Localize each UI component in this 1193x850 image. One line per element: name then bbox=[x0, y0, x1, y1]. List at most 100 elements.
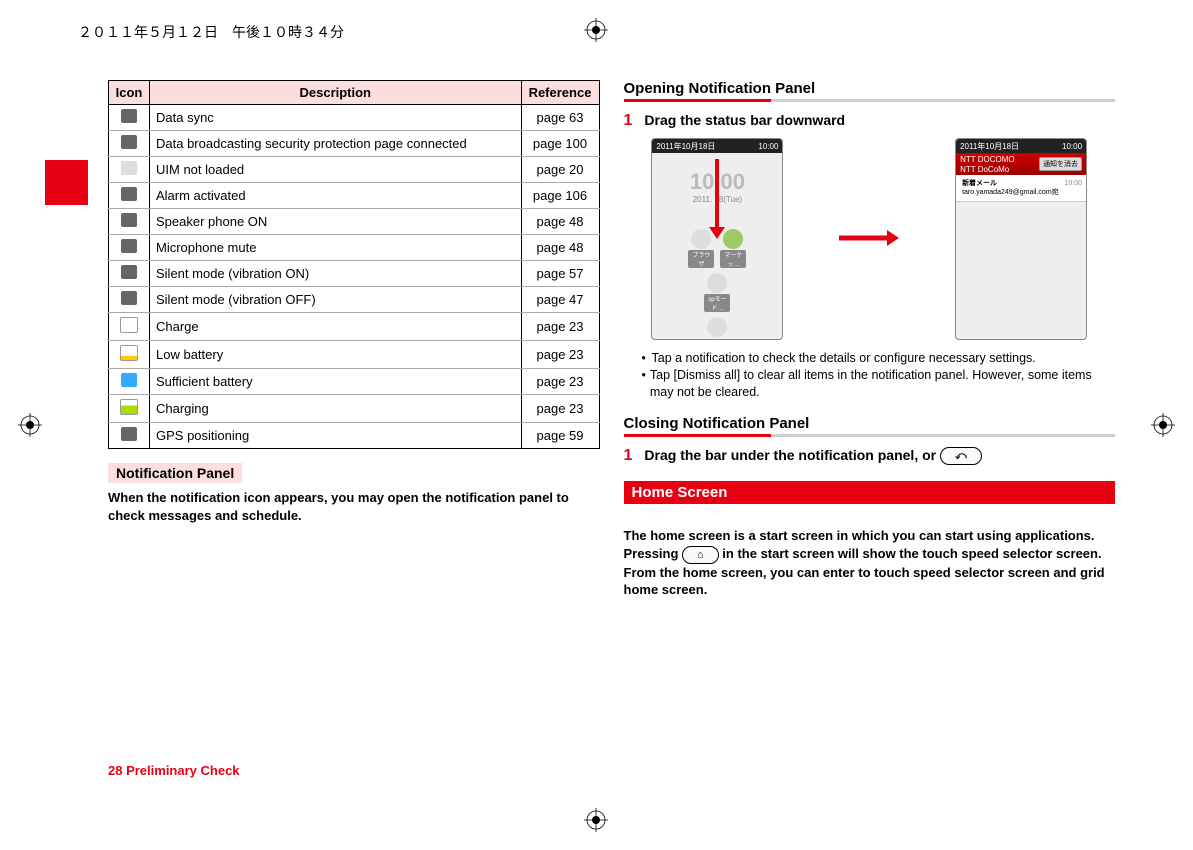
phone-mock-home: 2011年10月18日10:00 10 00 2011. 18(Tue) ブラウ… bbox=[651, 138, 783, 340]
closing-heading: Closing Notification Panel bbox=[624, 415, 1116, 437]
table-row: GPS positioningpage 59 bbox=[109, 423, 600, 449]
right-column: Opening Notification Panel 1 Drag the st… bbox=[624, 80, 1116, 790]
row-desc: Low battery bbox=[150, 341, 522, 369]
page-footer: 28 Preliminary Check bbox=[108, 763, 240, 778]
notif-item-time: 10:00 bbox=[1065, 179, 1083, 188]
bullet-dot-icon: • bbox=[642, 367, 650, 401]
row-ref: page 48 bbox=[521, 209, 599, 235]
row-desc: Speaker phone ON bbox=[150, 209, 522, 235]
app-spmode-label: spモード… bbox=[704, 294, 730, 312]
step-text-drag-up: Drag the bar under the notification pane… bbox=[644, 447, 1115, 465]
row-desc: Data broadcasting security protection pa… bbox=[150, 131, 522, 157]
crop-mark-top bbox=[584, 18, 608, 42]
charge-icon bbox=[120, 317, 138, 333]
row-desc: Charging bbox=[150, 395, 522, 423]
th-icon: Icon bbox=[109, 81, 150, 105]
crop-mark-bottom bbox=[584, 808, 608, 832]
row-ref: page 23 bbox=[521, 341, 599, 369]
dismiss-all-button[interactable]: 通知を消去 bbox=[1039, 157, 1082, 171]
row-ref: page 23 bbox=[521, 395, 599, 423]
table-row: Alarm activatedpage 106 bbox=[109, 183, 600, 209]
table-row: Chargingpage 23 bbox=[109, 395, 600, 423]
row-desc: Silent mode (vibration OFF) bbox=[150, 287, 522, 313]
phone-status-date: 2011年10月18日 bbox=[656, 141, 715, 152]
row-ref: page 57 bbox=[521, 261, 599, 287]
home-button-icon: ⌂ bbox=[682, 546, 719, 564]
sufficient-battery-icon bbox=[121, 373, 137, 387]
row-ref: page 47 bbox=[521, 287, 599, 313]
alarm-icon bbox=[121, 187, 137, 201]
silent-vibration-off-icon bbox=[121, 291, 137, 305]
table-row: Chargepage 23 bbox=[109, 313, 600, 341]
step-text-drag-down: Drag the status bar downward bbox=[644, 112, 1115, 128]
icon-reference-table: Icon Description Reference Data syncpage… bbox=[108, 80, 600, 449]
closing-step-text: Drag the bar under the notification pane… bbox=[644, 447, 940, 463]
phone2-status-time: 10:00 bbox=[1062, 142, 1082, 151]
low-battery-icon bbox=[120, 345, 138, 361]
table-row: Sufficient batterypage 23 bbox=[109, 369, 600, 395]
charging-icon bbox=[120, 399, 138, 415]
row-desc: Alarm activated bbox=[150, 183, 522, 209]
row-ref: page 63 bbox=[521, 105, 599, 131]
row-desc: Microphone mute bbox=[150, 235, 522, 261]
th-reference: Reference bbox=[521, 81, 599, 105]
table-row: Low batterypage 23 bbox=[109, 341, 600, 369]
gps-icon bbox=[121, 427, 137, 441]
row-ref: page 23 bbox=[521, 313, 599, 341]
opening-heading: Opening Notification Panel bbox=[624, 80, 1116, 102]
data-sync-icon bbox=[121, 109, 137, 123]
back-button-icon: ⤺ bbox=[940, 447, 982, 465]
silent-vibration-on-icon bbox=[121, 265, 137, 279]
table-row: Data syncpage 63 bbox=[109, 105, 600, 131]
row-desc: Data sync bbox=[150, 105, 522, 131]
data-broadcast-icon bbox=[121, 135, 137, 149]
phone-mock-notification: 2011年10月18日10:00 NTT DOCOMONTT DoCoMo 進行… bbox=[955, 138, 1087, 340]
th-description: Description bbox=[150, 81, 522, 105]
carrier-brand-2: NTT DoCoMo bbox=[960, 165, 1009, 174]
page-edge-tab bbox=[45, 160, 88, 205]
row-ref: page 106 bbox=[521, 183, 599, 209]
header-timestamp: ２０１１年５月１２日 午後１０時３４分 bbox=[78, 22, 344, 42]
row-desc: Silent mode (vibration ON) bbox=[150, 261, 522, 287]
phone2-status-date: 2011年10月18日 bbox=[960, 141, 1019, 152]
row-desc: Charge bbox=[150, 313, 522, 341]
page-section-name: Preliminary Check bbox=[122, 763, 239, 778]
crop-mark-left bbox=[18, 413, 42, 437]
home-screen-heading: Home Screen bbox=[624, 481, 1116, 504]
row-desc: GPS positioning bbox=[150, 423, 522, 449]
home-screen-body: The home screen is a start screen in whi… bbox=[624, 510, 1116, 599]
notification-panel-intro: When the notification icon appears, you … bbox=[108, 489, 600, 524]
crop-mark-right bbox=[1151, 413, 1175, 437]
table-row: Data broadcasting security protection pa… bbox=[109, 131, 600, 157]
row-desc: Sufficient battery bbox=[150, 369, 522, 395]
table-row: UIM not loadedpage 20 bbox=[109, 157, 600, 183]
uim-not-loaded-icon bbox=[121, 161, 137, 175]
left-column: Icon Description Reference Data syncpage… bbox=[108, 80, 600, 790]
row-ref: page 59 bbox=[521, 423, 599, 449]
bullet-dot-icon: • bbox=[642, 350, 652, 367]
carrier-brand-1: NTT DOCOMO bbox=[960, 155, 1015, 164]
bullet-dismiss-all: Tap [Dismiss all] to clear all items in … bbox=[650, 367, 1115, 401]
speaker-phone-icon bbox=[121, 213, 137, 227]
table-row: Silent mode (vibration OFF)page 47 bbox=[109, 287, 600, 313]
row-ref: page 100 bbox=[521, 131, 599, 157]
table-row: Silent mode (vibration ON)page 57 bbox=[109, 261, 600, 287]
page-number: 28 bbox=[108, 763, 122, 778]
notification-panel-subheading: Notification Panel bbox=[108, 463, 242, 483]
row-ref: page 20 bbox=[521, 157, 599, 183]
step-number-1: 1 bbox=[624, 112, 633, 130]
notif-item-sub: taro.yamada249@gmail.com宛 bbox=[962, 188, 1080, 197]
notif-item-title: 新着メール bbox=[962, 179, 1080, 188]
row-ref: page 48 bbox=[521, 235, 599, 261]
app-market-label: マーケッ… bbox=[720, 250, 746, 268]
phone-status-time: 10:00 bbox=[758, 142, 778, 151]
table-row: Speaker phone ONpage 48 bbox=[109, 209, 600, 235]
row-ref: page 23 bbox=[521, 369, 599, 395]
app-browser-label: ブラウザ bbox=[688, 250, 714, 268]
notif-item-mail[interactable]: 新着メール taro.yamada249@gmail.com宛 10:00 bbox=[956, 175, 1086, 202]
microphone-mute-icon bbox=[121, 239, 137, 253]
bullet-tap-notification: Tap a notification to check the details … bbox=[652, 350, 1036, 367]
transition-arrow-icon bbox=[839, 228, 899, 251]
step-number-1b: 1 bbox=[624, 447, 633, 465]
row-desc: UIM not loaded bbox=[150, 157, 522, 183]
